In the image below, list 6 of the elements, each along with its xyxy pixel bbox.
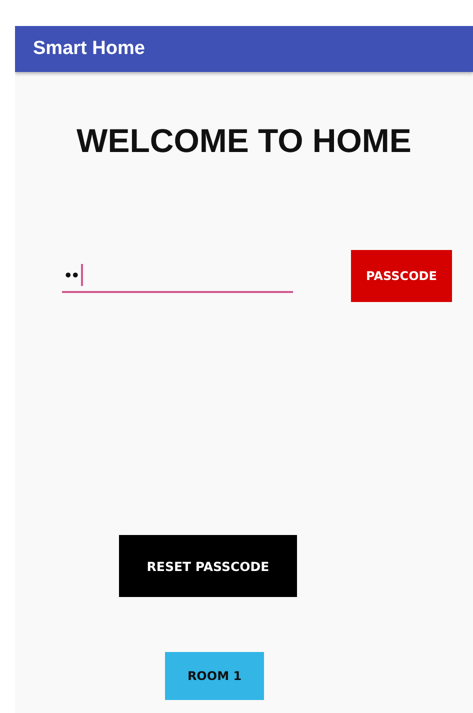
passcode-field[interactable]: ••: [62, 259, 293, 293]
app-title: Smart Home: [33, 38, 145, 60]
passcode-button[interactable]: PASSCODE: [351, 250, 452, 302]
heading: WELCOME TO HOME: [76, 122, 412, 160]
room-button[interactable]: ROOM 1: [165, 652, 264, 700]
reset-passcode-button[interactable]: RESET PASSCODE: [119, 535, 297, 597]
